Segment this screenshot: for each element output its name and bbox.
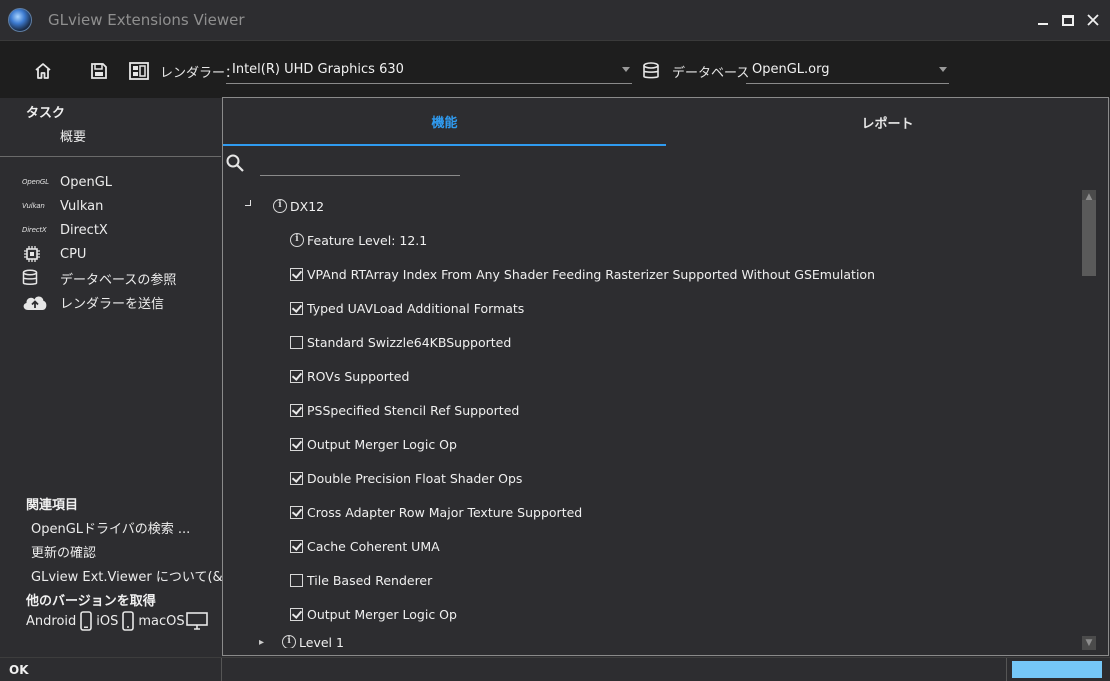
checkbox-checked[interactable] [290,301,303,315]
feature-item[interactable]: Output Merger Logic Op [290,604,457,624]
related-heading: 関連項目 [26,498,79,513]
maximize-icon [1062,14,1074,26]
sidebar-item-opengl[interactable]: OpenGL OpenGL [22,172,112,192]
checkbox-checked[interactable] [290,437,303,451]
check-updates-link[interactable]: 更新の確認 [31,542,96,561]
scrollbar-thumb[interactable] [1082,200,1096,276]
progress-fill [1012,661,1102,678]
checkbox-checked[interactable] [290,471,303,485]
sidebar-item-overview[interactable]: 概要 [60,126,86,145]
info-icon: i [282,635,297,648]
maximize-button[interactable] [1055,8,1081,32]
status-bar: OK [0,657,1110,681]
tree-node-next[interactable]: ▸ i Level 1 [259,632,344,648]
status-divider [221,658,222,681]
chevron-down-icon [622,67,630,72]
ios-link[interactable]: iOS [96,614,118,629]
database-value: OpenGL.org [752,62,830,77]
database-label: データベース [672,66,750,81]
tree-node-dx12[interactable]: i DX12 [273,196,324,216]
feature-item[interactable]: Output Merger Logic Op [290,434,457,454]
search-icon [226,154,244,172]
about-link[interactable]: GLview Ext.Viewer について(&A) [31,566,237,585]
phone-icon [80,611,93,631]
checkbox-unchecked[interactable] [290,335,303,349]
app-logo-icon [8,8,32,32]
feature-item[interactable]: Standard Swizzle64KBSupported [290,332,511,352]
find-opengl-drivers-link[interactable]: OpenGLドライバの検索 ... [31,518,190,537]
sidebar-divider [0,156,221,157]
graphics-card-icon [129,62,149,80]
tablet-icon [122,611,135,631]
progress-bar [1012,661,1102,678]
database-icon [643,62,659,79]
monitor-icon [185,612,208,630]
tab-report[interactable]: レポート [666,98,1109,146]
cpu-icon [22,245,50,263]
chevron-down-icon [939,67,947,72]
tab-bar: 機能 レポート [223,98,1108,146]
chevron-right-icon: ▸ [259,636,265,648]
home-button[interactable] [32,60,54,82]
sidebar-item-vulkan[interactable]: Vulkan Vulkan [22,196,103,216]
vulkan-logo-icon: Vulkan [22,202,45,210]
collapse-toggle-icon[interactable] [245,200,251,206]
checkbox-checked[interactable] [290,539,303,553]
vertical-scrollbar[interactable]: ▲ ▼ [1082,190,1096,650]
minimize-icon [1038,23,1048,25]
checkbox-checked[interactable] [290,369,303,383]
save-button[interactable] [88,60,110,82]
close-button[interactable] [1080,8,1106,32]
platform-links: Android iOS macOS [26,610,212,632]
feature-item[interactable]: PSSpecified Stencil Ref Supported [290,400,519,420]
info-icon: i [290,233,304,247]
status-divider [1006,658,1007,681]
renderer-select-button[interactable] [128,60,150,82]
feature-item[interactable]: Cache Coherent UMA [290,536,440,556]
window-title: GLview Extensions Viewer [48,11,245,29]
renderer-dropdown[interactable]: Intel(R) UHD Graphics 630 [226,59,632,84]
feature-item[interactable]: VPAnd RTArray Index From Any Shader Feed… [290,264,875,284]
feature-item[interactable]: Cross Adapter Row Major Texture Supporte… [290,502,582,522]
opengl-logo-icon: OpenGL [22,178,49,186]
home-icon [35,63,51,79]
feature-item[interactable]: Typed UAVLoad Additional Formats [290,298,524,318]
macos-link[interactable]: macOS [138,614,184,629]
close-icon [1087,14,1099,26]
search-input[interactable] [260,154,460,176]
sidebar-item-database[interactable]: データベースの参照 [22,268,176,288]
sidebar-item-directx[interactable]: DirectX DirectX [22,220,108,240]
title-bar: GLview Extensions Viewer [0,0,1110,40]
main-panel: 機能 レポート i DX12 i Feature Level: 12.1 VPA… [222,97,1109,656]
feature-tree: i DX12 i Feature Level: 12.1 VPAnd RTArr… [223,188,1083,648]
cloud-upload-icon [22,293,50,311]
checkbox-checked[interactable] [290,403,303,417]
android-link[interactable]: Android [26,614,76,629]
database-dropdown[interactable]: OpenGL.org [746,59,949,84]
tree-node-feature-level: i Feature Level: 12.1 [290,230,427,250]
directx-logo-icon: DirectX [22,226,47,234]
other-versions-heading: 他のバージョンを取得 [26,594,156,609]
sidebar-item-cpu[interactable]: CPU [22,244,86,264]
database-icon [22,269,50,287]
feature-item[interactable]: Tile Based Renderer [290,570,432,590]
info-icon: i [273,199,287,213]
scroll-down-icon[interactable]: ▼ [1082,636,1096,650]
sidebar: タスク 概要 OpenGL OpenGL Vulkan Vulkan Direc… [0,98,237,657]
save-icon [91,63,107,79]
sidebar-item-submit-renderer[interactable]: レンダラーを送信 [22,292,164,312]
checkbox-checked[interactable] [290,505,303,519]
tab-features[interactable]: 機能 [223,98,666,146]
checkbox-checked[interactable] [290,267,303,281]
toolbar: レンダラー： Intel(R) UHD Graphics 630 データベース … [0,40,1110,98]
renderer-value: Intel(R) UHD Graphics 630 [232,62,404,77]
feature-item[interactable]: Double Precision Float Shader Ops [290,468,522,488]
database-toolbar-icon [640,60,662,82]
feature-item[interactable]: ROVs Supported [290,366,409,386]
status-text: OK [9,663,29,677]
checkbox-checked[interactable] [290,607,303,621]
minimize-button[interactable] [1030,8,1056,32]
tasks-heading: タスク [26,106,66,121]
checkbox-unchecked[interactable] [290,573,303,587]
